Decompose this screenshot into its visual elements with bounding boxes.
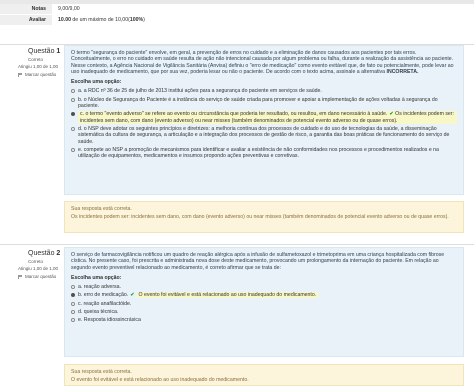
question-text: O termo "segurança do paciente" envolve,…: [71, 50, 454, 75]
question-grade: Atingiu 1,00 de 1,00: [18, 64, 59, 69]
attempt-summary: Notas 9,00/9,00 Avaliar 10.00 de um máxi…: [0, 4, 474, 26]
answer-option[interactable]: d. o NSP deve adotar os seguintes princí…: [71, 126, 457, 145]
summary-label: Notas: [0, 4, 52, 14]
radio-button[interactable]: [71, 126, 75, 131]
question-state: Correto: [28, 259, 44, 264]
answer-option[interactable]: b. o Núcleo de Segurança do Paciente é a…: [71, 97, 457, 110]
option-feedback: O evento foi evitável e está relacionado…: [136, 292, 319, 299]
flag-icon: [18, 72, 23, 77]
question-info-2: Questão 2 Correto Atingiu 1,00 de 1,00 M…: [0, 250, 62, 279]
summary-label: Avaliar: [0, 15, 52, 25]
flag-question-button[interactable]: Marcar questão: [0, 72, 62, 77]
question-grade: Atingiu 1,00 de 1,00: [18, 266, 59, 271]
feedback-text: Os incidentes podem ser: incidentes sem …: [71, 214, 449, 221]
summary-row-avaliar: Avaliar 10.00 de um máximo de 10,00(100%…: [0, 15, 474, 26]
question-state: Correto: [28, 57, 44, 62]
question-content-1: O termo "segurança do paciente" envolve,…: [64, 45, 464, 195]
grade-text: de um máximo de 10,00(: [70, 17, 130, 23]
answer-option[interactable]: a. a RDC nº 36 de 25 de julho de 2013 in…: [71, 88, 457, 94]
answer-prompt: Escolha uma opção:: [71, 79, 122, 86]
grade-percent: 100%: [129, 17, 144, 23]
answer-option[interactable]: d. queixa técnica.: [71, 309, 457, 315]
answer-option[interactable]: e. compete ao NSP a promoção de mecanism…: [71, 147, 457, 160]
question-info-1: Questão 1 Correto Atingiu 1,00 de 1,00 M…: [0, 48, 62, 77]
grade-end: ): [143, 17, 145, 23]
answer-prompt: Escolha uma opção:: [71, 274, 122, 281]
summary-row-notas: Notas 9,00/9,00: [0, 4, 474, 15]
summary-value: 10.00 de um máximo de 10,00(100%): [52, 17, 145, 23]
flag-label: Marcar questão: [25, 274, 57, 279]
feedback-box-1: Sua resposta está correta. Os incidentes…: [64, 201, 464, 233]
question-number: Questão 2: [28, 250, 61, 257]
grade-value: 10.00: [58, 17, 71, 23]
radio-button[interactable]: [71, 310, 75, 315]
answer-option[interactable]: a. reação adversa.: [71, 284, 457, 290]
answer-option-selected[interactable]: c. o termo "evento adverso" se refere ao…: [71, 111, 457, 124]
radio-button-selected[interactable]: [71, 112, 75, 117]
question-divider: [0, 244, 474, 245]
answer-option-selected[interactable]: b. erro de medicação. ✔ O evento foi evitá…: [71, 292, 457, 299]
radio-button[interactable]: [71, 301, 75, 306]
option-text: c. o termo "evento adverso" se refere ao…: [80, 111, 388, 118]
question-content-2: O serviço de farmacovigilância notificou…: [64, 247, 464, 357]
flag-question-button[interactable]: Marcar questão: [0, 274, 62, 279]
flag-label: Marcar questão: [25, 72, 57, 77]
question-text: O serviço de farmacovigilância notificou…: [71, 252, 445, 271]
check-icon: ✔: [389, 111, 394, 118]
summary-value: 9,00/9,00: [58, 6, 80, 12]
feedback-text: O evento foi evitável e está relacionado…: [71, 377, 249, 384]
question-number: Questão 1: [28, 48, 61, 55]
feedback-status: Sua resposta está correta.: [71, 206, 132, 212]
radio-button[interactable]: [71, 285, 75, 290]
radio-button[interactable]: [71, 97, 75, 102]
radio-button[interactable]: [71, 89, 75, 94]
radio-button[interactable]: [71, 318, 75, 323]
check-icon: ✔: [130, 292, 135, 299]
radio-button-selected[interactable]: [71, 293, 75, 298]
flag-icon: [18, 274, 23, 279]
radio-button[interactable]: [71, 147, 75, 152]
answer-option[interactable]: e. Resposta idiossincrásica: [71, 317, 457, 323]
feedback-box-2: Sua resposta está correta. O evento foi …: [64, 364, 464, 386]
feedback-status: Sua resposta está correta.: [71, 369, 132, 375]
answer-option[interactable]: c. reação anafilactóide.: [71, 301, 457, 307]
option-text: b. erro de medicação.: [78, 292, 129, 299]
